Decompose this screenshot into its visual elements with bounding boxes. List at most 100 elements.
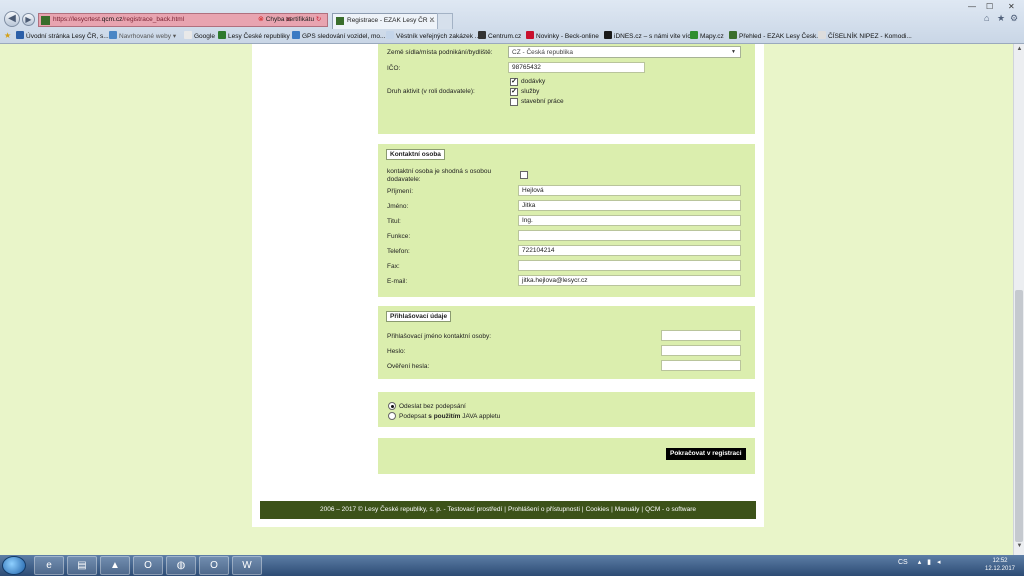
bookmark-icon <box>729 31 737 39</box>
maximize-icon[interactable]: ☐ <box>986 2 993 11</box>
volume-icon[interactable]: ◂ <box>937 559 941 566</box>
bookmark-item[interactable]: Centrum.cz <box>478 31 521 40</box>
favorites-star-icon[interactable]: ★ <box>997 13 1005 24</box>
back-icon[interactable]: ◀ <box>4 11 20 27</box>
bookmark-item[interactable]: Přehled - EZAK Lesy Česk... <box>729 31 822 40</box>
footer-link-qcm[interactable]: QCM - o software <box>643 506 698 513</box>
activity-checkbox-dodavky[interactable]: ✓ <box>510 78 518 86</box>
password-input[interactable] <box>661 345 741 356</box>
bookmark-item[interactable]: Věstník veřejných zakázek ... <box>386 31 480 40</box>
password-confirm-label: Ověření hesla: <box>387 363 430 370</box>
phone-label: Telefon: <box>387 248 410 255</box>
page-footer: 2006 – 2017 © Lesy České republiky, s. p… <box>260 501 756 519</box>
continue-registration-button[interactable]: Pokračovat v registraci <box>666 448 746 460</box>
clock-date: 12.12.2017 <box>984 566 1016 572</box>
windows-taskbar: e ▤ ▲ O ◍ O W CS ▴ ▮ ◂ 12:52 12.12.2017 <box>0 555 1024 576</box>
first-name-input[interactable]: Jitka <box>518 200 741 211</box>
same-as-supplier-label: kontaktní osoba je shodná s osobou dodav… <box>387 168 492 183</box>
actions-section: Pokračovat v registraci <box>378 438 755 474</box>
minimize-icon[interactable]: — <box>968 2 976 11</box>
gear-icon[interactable]: ⚙ <box>1010 13 1018 24</box>
refresh-icon[interactable]: ↻ <box>316 16 321 23</box>
close-tab-icon[interactable]: ✕ <box>429 16 435 24</box>
globe-app-icon[interactable]: ◍ <box>166 556 196 575</box>
phone-input[interactable]: 722104214 <box>518 245 741 256</box>
title-input[interactable]: Ing. <box>518 215 741 226</box>
bookmark-item[interactable]: ČÍSELNÍK NIPEZ - Komodi... <box>818 31 912 40</box>
browser-tab[interactable]: Registrace - EZAK Lesy ČR ... ✕ <box>332 13 452 29</box>
home-icon[interactable]: ⌂ <box>984 13 989 23</box>
position-label: Funkce: <box>387 233 411 240</box>
country-label: Země sídla/místa podnikání/bydliště: <box>387 49 493 56</box>
google-icon <box>184 31 192 39</box>
language-indicator[interactable]: CS <box>898 559 908 566</box>
word-icon[interactable]: W <box>232 556 262 575</box>
position-input[interactable] <box>518 230 741 241</box>
first-name-label: Jméno: <box>387 203 409 210</box>
page-viewport: Země sídla/místa podnikání/bydliště: CZ … <box>0 44 1013 555</box>
tab-favicon <box>336 17 344 25</box>
outlook-icon[interactable]: O <box>133 556 163 575</box>
bookmark-item[interactable]: Úvodní stránka Lesy ČR, s... <box>16 31 109 40</box>
login-legend: Přihlašovací údaje <box>386 311 452 322</box>
network-icon[interactable]: ▮ <box>927 559 931 566</box>
same-as-supplier-checkbox[interactable] <box>520 171 528 179</box>
surname-label: Příjmení: <box>387 188 414 195</box>
footer-link-cookies[interactable]: Cookies <box>584 506 611 513</box>
activity-label-stavebni-prace: stavební práce <box>521 98 564 105</box>
system-tray: CS ▴ ▮ ◂ <box>898 558 940 566</box>
bookmark-item[interactable]: Mapy.cz <box>690 31 724 40</box>
ico-input[interactable]: 98765432 <box>508 62 645 73</box>
fax-label: Fax: <box>387 263 400 270</box>
bookmark-icon <box>818 31 826 39</box>
certificate-error[interactable]: ⊗ Chyba certifikátu ↻ <box>258 15 321 23</box>
start-button[interactable] <box>2 556 26 575</box>
bookmark-item[interactable]: iDNES.cz – s námi víte víc <box>604 31 691 40</box>
bookmark-item[interactable]: Lesy České republiky <box>218 31 290 40</box>
registration-page: Země sídla/místa podnikání/bydliště: CZ … <box>252 44 764 527</box>
file-explorer-icon[interactable]: ▤ <box>67 556 97 575</box>
certificate-error-label: Chyba certifikátu <box>265 16 315 23</box>
bookmark-item[interactable]: Google <box>184 31 215 40</box>
outlook-window-icon[interactable]: O <box>199 556 229 575</box>
bookmark-icon <box>604 31 612 39</box>
radio-no-sign[interactable] <box>388 402 396 410</box>
bookmark-item[interactable]: Navrhované weby ▾ <box>109 31 176 40</box>
forward-icon[interactable]: ▶ <box>22 13 35 26</box>
vertical-scrollbar[interactable]: ▲ ▼ <box>1013 44 1024 555</box>
activity-checkbox-stavebni-prace[interactable] <box>510 98 518 106</box>
scroll-thumb[interactable] <box>1015 290 1023 542</box>
surname-input[interactable]: Hejlová <box>518 185 741 196</box>
url-text: https://lesycrtest.qcm.cz/registrace_bac… <box>53 16 185 23</box>
close-window-icon[interactable]: ✕ <box>1008 2 1015 11</box>
contact-section: Kontaktní osoba kontaktní osoba je shodn… <box>378 144 755 297</box>
signing-section: Odeslat bez podepsání Podepsat s použití… <box>378 392 755 427</box>
bookmark-item[interactable]: GPS sledování vozidel, mo... <box>292 31 385 40</box>
new-tab-button[interactable] <box>437 13 453 29</box>
bookmark-icon <box>218 31 226 39</box>
scroll-up-icon[interactable]: ▲ <box>1015 46 1024 56</box>
activity-checkbox-sluzby[interactable]: ✓ <box>510 88 518 96</box>
bookmark-icon <box>478 31 486 39</box>
radio-java-sign[interactable] <box>388 412 396 420</box>
bookmark-icon <box>16 31 24 39</box>
bookmarks-bar: ★ Úvodní stránka Lesy ČR, s... Navrhovan… <box>0 29 1024 44</box>
email-label: E-mail: <box>387 278 408 285</box>
login-section: Přihlašovací údaje Přihlašovací jméno ko… <box>378 306 755 379</box>
internet-explorer-icon[interactable]: e <box>34 556 64 575</box>
password-confirm-input[interactable] <box>661 360 741 371</box>
scroll-down-icon[interactable]: ▼ <box>1015 543 1024 553</box>
fax-input[interactable] <box>518 260 741 271</box>
bookmark-icon <box>292 31 300 39</box>
activity-label: Druh aktivit (v roli dodavatele): <box>387 88 475 95</box>
tray-arrow-icon[interactable]: ▴ <box>918 559 922 566</box>
favorites-icon[interactable]: ★ <box>4 31 11 40</box>
bookmark-item[interactable]: Novinky - Beck-online <box>526 31 599 40</box>
email-input[interactable]: jitka.hejlova@lesycr.cz <box>518 275 741 286</box>
footer-link-manuals[interactable]: Manuály <box>613 506 642 513</box>
footer-link-accessibility[interactable]: Prohlášení o přístupnosti <box>506 506 582 513</box>
country-select[interactable]: CZ - Česká republika ▼ <box>508 46 741 58</box>
system-clock[interactable]: 12:52 12.12.2017 <box>980 557 1020 573</box>
vlc-icon[interactable]: ▲ <box>100 556 130 575</box>
login-name-input[interactable] <box>661 330 741 341</box>
